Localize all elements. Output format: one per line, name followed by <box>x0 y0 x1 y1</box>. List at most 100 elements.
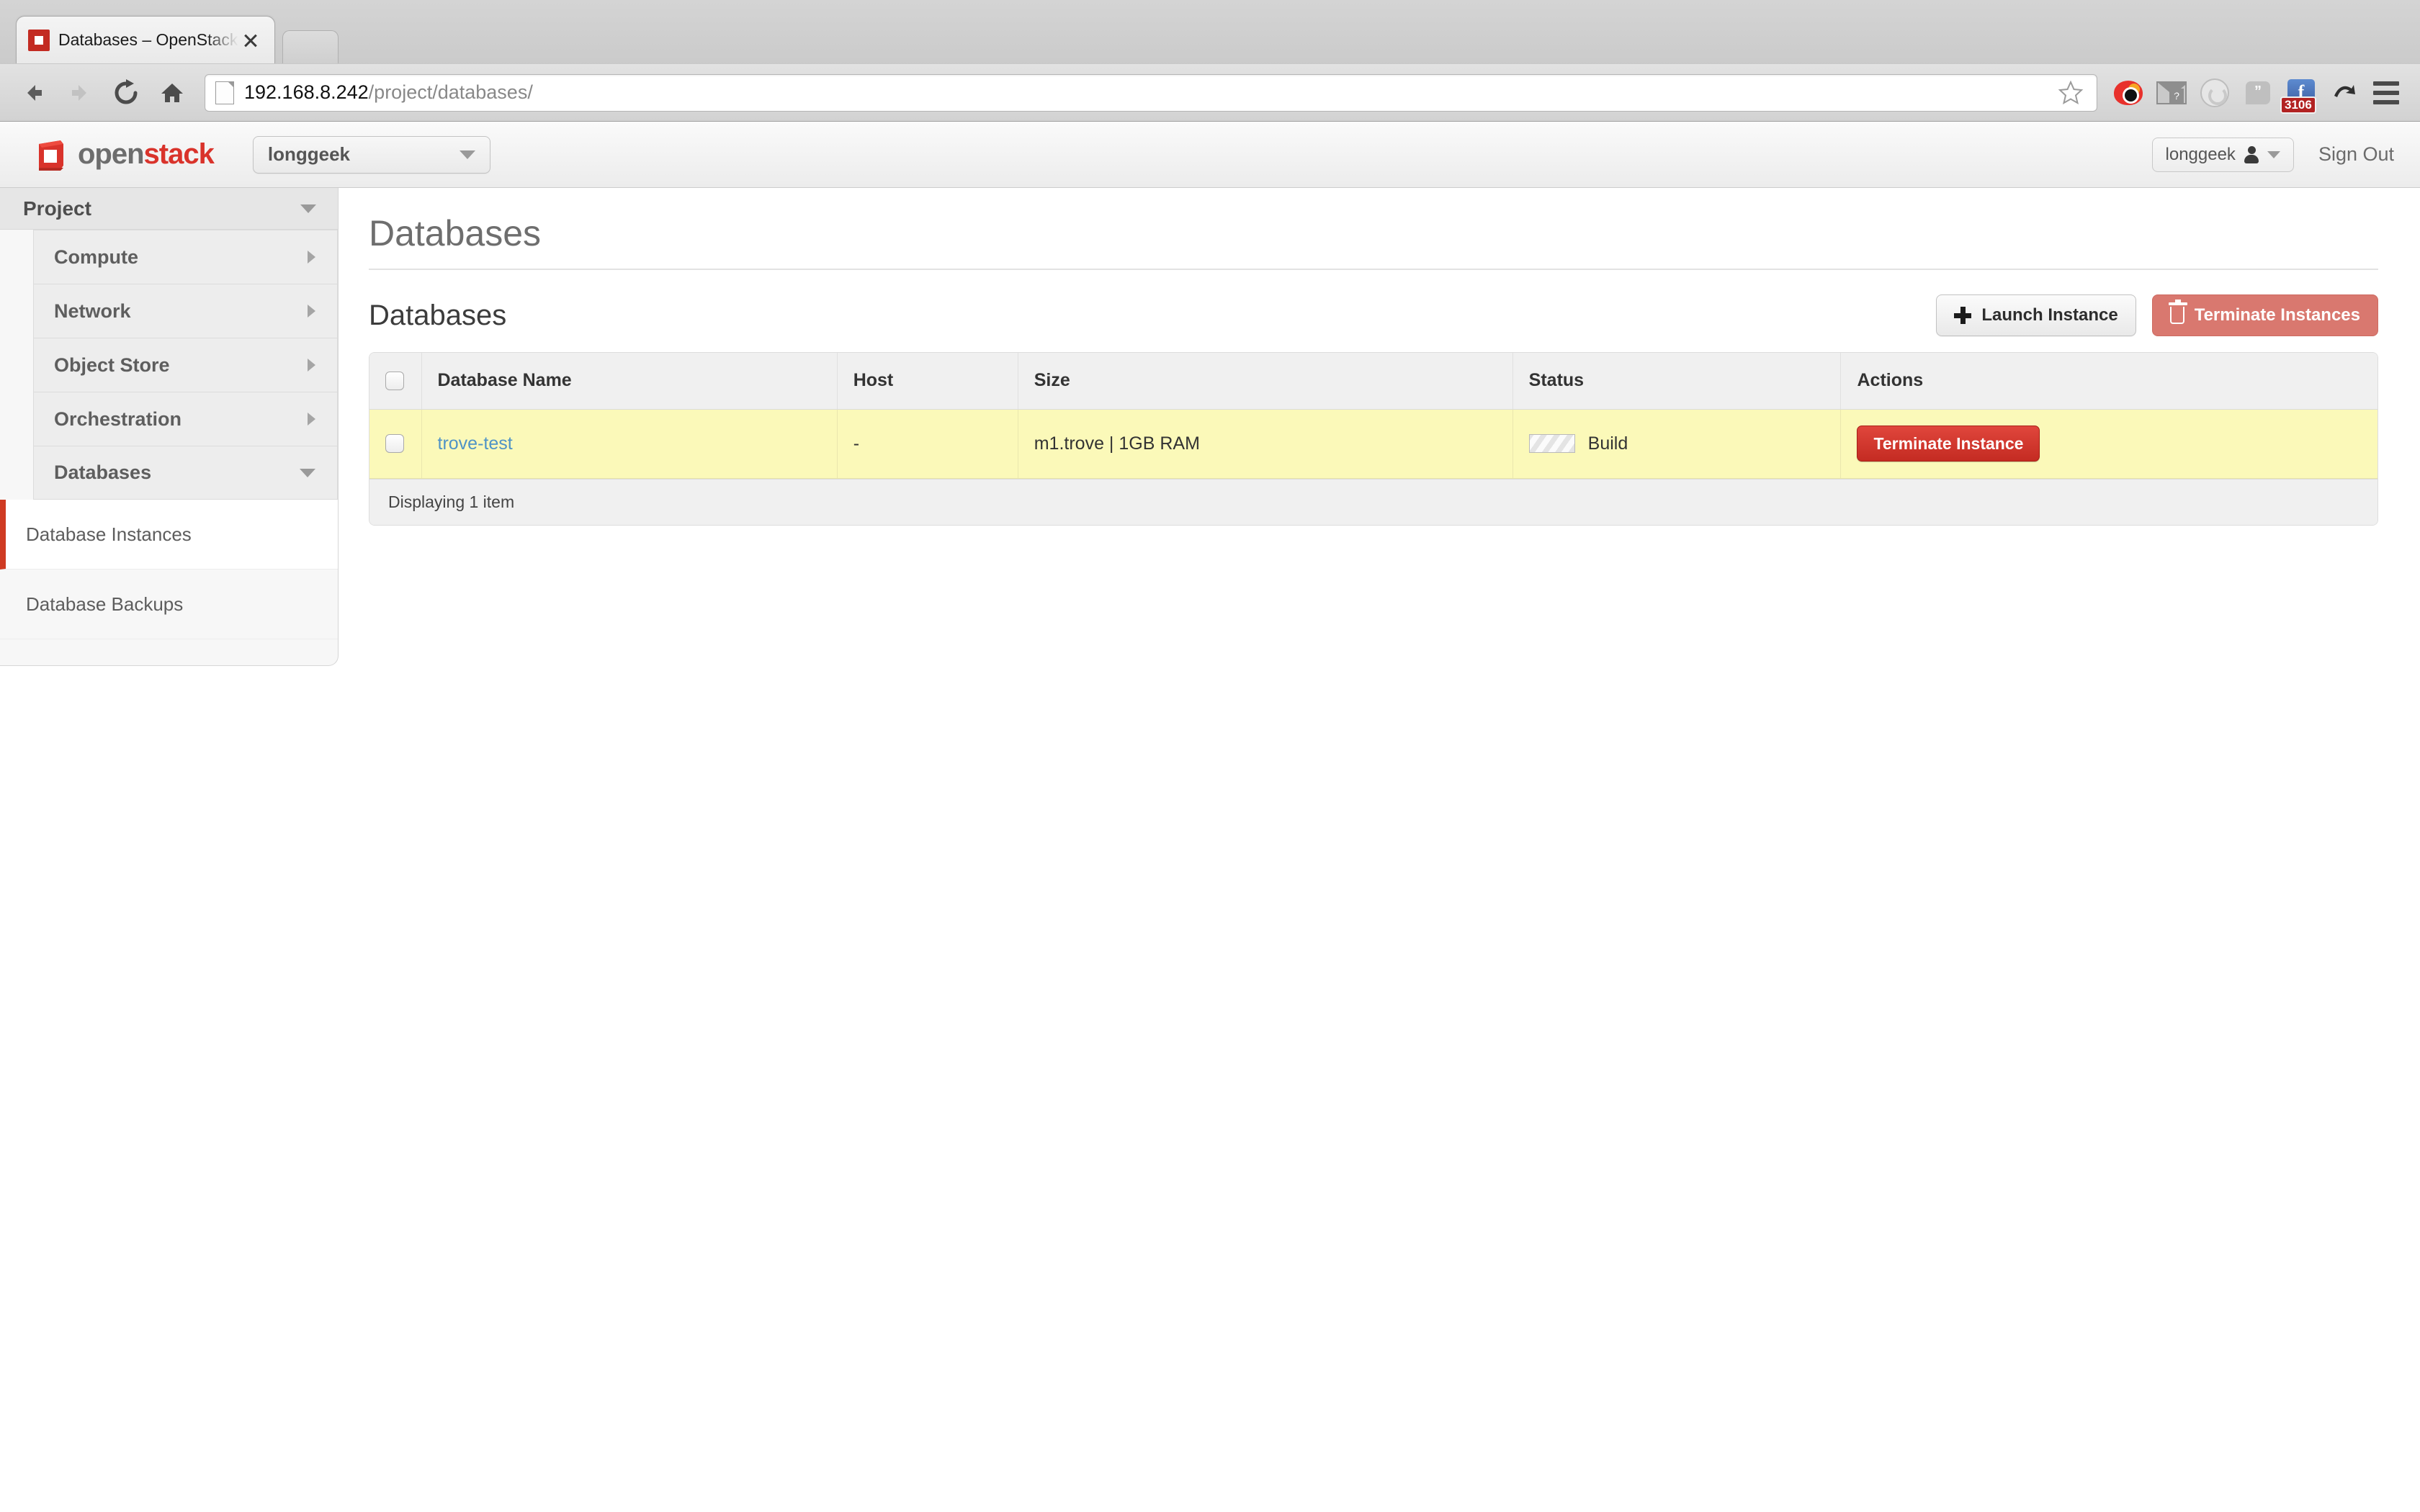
home-icon[interactable] <box>151 72 193 114</box>
gmail-badge: ? <box>2169 88 2184 103</box>
hangouts-glyph: ” <box>2246 81 2270 104</box>
facebook-extension-icon[interactable]: f 3106 <box>2280 72 2322 114</box>
column-header-host[interactable]: Host <box>837 353 1018 410</box>
project-selector[interactable]: longgeek <box>252 135 490 174</box>
column-header-size[interactable]: Size <box>1018 353 1513 410</box>
sidebar-item-database-backups[interactable]: Database Backups <box>0 570 338 639</box>
sign-out-link[interactable]: Sign Out <box>2318 143 2394 166</box>
column-header-actions: Actions <box>1840 353 2378 410</box>
databases-table: Database Name Host Size Status Actions t… <box>369 352 2378 526</box>
extension-icons: ? ” f 3106 <box>2107 72 2365 114</box>
gmail-extension-icon[interactable]: ? <box>2151 72 2192 114</box>
sync-extension-icon[interactable] <box>2194 72 2236 114</box>
sidebar-item-databases[interactable]: Databases <box>33 446 338 500</box>
browser-menu-icon[interactable] <box>2365 72 2407 114</box>
table-header: Database Name Host Size Status Actions <box>369 353 2378 410</box>
progress-bar-icon <box>1528 434 1575 453</box>
url-bar[interactable]: 192.168.8.242/project/databases/ <box>205 73 2097 112</box>
chevron-right-icon <box>308 359 315 372</box>
chevron-down-icon <box>2267 150 2280 158</box>
panel-header: Databases Launch Instance Terminate Inst… <box>369 294 2378 336</box>
table-header-row: Database Name Host Size Status Actions <box>369 353 2378 410</box>
person-icon <box>2244 145 2259 163</box>
weibo-extension-icon[interactable] <box>2107 72 2149 114</box>
status-badge: Build <box>1587 433 1628 454</box>
table-row: trove-test - m1.trove | 1GB RAM Build Te… <box>369 409 2378 479</box>
chevron-right-icon <box>308 305 315 318</box>
sidebar-subitem-label: Database Instances <box>26 523 192 545</box>
sidebar-item-label: Object Store <box>54 354 170 376</box>
select-all-checkbox[interactable] <box>385 371 404 390</box>
url-path: /project/databases/ <box>368 81 533 103</box>
close-icon[interactable] <box>238 28 263 53</box>
sidebar-item-orchestration[interactable]: Orchestration <box>33 392 338 446</box>
launch-instance-label: Launch Instance <box>1981 305 2118 325</box>
sidebar-item-label: Network <box>54 300 131 322</box>
sidebar-groups: Compute Network Object Store Orchestrati… <box>0 230 338 500</box>
chevron-down-icon <box>300 468 315 477</box>
browser-chrome: Databases – OpenStack Da 192.168.8.242/p… <box>0 0 2420 122</box>
chevron-down-icon <box>459 150 475 159</box>
databases-table-element: Database Name Host Size Status Actions t… <box>369 353 2378 479</box>
sidebar-subitem-label: Database Backups <box>26 593 184 615</box>
row-select-cell <box>369 409 422 479</box>
sidebar-panel-project[interactable]: Project <box>0 188 338 230</box>
sidebar-item-database-instances[interactable]: Database Instances <box>0 500 338 570</box>
trash-icon <box>2168 300 2187 324</box>
terminate-instance-button[interactable]: Terminate Instance <box>1857 426 2040 462</box>
cell-database-name: trove-test <box>421 409 838 479</box>
sidebar-item-label: Compute <box>54 246 138 268</box>
terminate-instances-button[interactable]: Terminate Instances <box>2151 294 2378 336</box>
openstack-logo: openstack <box>35 138 215 171</box>
cell-status: Build <box>1512 409 1842 479</box>
new-tab-button[interactable] <box>282 30 339 63</box>
openstack-cube-icon <box>35 138 66 171</box>
hangouts-extension-icon[interactable]: ” <box>2237 72 2279 114</box>
page-icon <box>215 81 234 104</box>
openstack-wordmark: openstack <box>78 138 215 171</box>
page-body: Project Compute Network Object Store Orc… <box>0 188 2420 666</box>
table-panel-title: Databases <box>369 299 507 331</box>
chevron-right-icon <box>308 413 315 426</box>
plus-icon <box>1954 307 1972 324</box>
sidebar-item-label: Orchestration <box>54 408 182 430</box>
launch-instance-button[interactable]: Launch Instance <box>1936 294 2136 336</box>
user-menu[interactable]: longgeek <box>2151 137 2294 172</box>
row-checkbox[interactable] <box>385 434 404 453</box>
logo-open: open <box>78 138 145 170</box>
database-name-link[interactable]: trove-test <box>438 433 513 454</box>
forward-icon <box>59 72 101 114</box>
star-icon[interactable] <box>2055 77 2087 109</box>
sidebar-item-compute[interactable]: Compute <box>33 230 338 284</box>
cell-host: - <box>837 409 1018 479</box>
tab-title: Databases – OpenStack Da <box>58 30 238 49</box>
reload-icon[interactable] <box>105 72 147 114</box>
column-header-status[interactable]: Status <box>1512 353 1842 410</box>
table-footer: Displaying 1 item <box>369 478 2378 525</box>
project-selector-value: longgeek <box>267 143 350 165</box>
browser-tab[interactable]: Databases – OpenStack Da <box>16 16 275 63</box>
select-all-header <box>369 353 422 410</box>
sidebar: Project Compute Network Object Store Orc… <box>0 188 339 666</box>
sidebar-item-label: Databases <box>54 462 152 483</box>
chevron-down-icon <box>300 204 316 213</box>
main-content: Databases Databases Launch Instance Term… <box>339 188 2420 526</box>
table-body: trove-test - m1.trove | 1GB RAM Build Te… <box>369 409 2378 479</box>
cell-size: m1.trove | 1GB RAM <box>1018 409 1513 479</box>
back-icon[interactable] <box>13 72 55 114</box>
logo-stack: stack <box>143 138 215 170</box>
sidebar-item-object-store[interactable]: Object Store <box>33 338 338 392</box>
chevron-right-icon <box>308 251 315 264</box>
browser-toolbar: 192.168.8.242/project/databases/ ? ” f 31… <box>0 63 2420 121</box>
header-right: longgeek Sign Out <box>2151 137 2394 172</box>
url-host: 192.168.8.242 <box>244 81 369 103</box>
page-title: Databases <box>369 212 2378 270</box>
sidebar-item-network[interactable]: Network <box>33 284 338 338</box>
url-text: 192.168.8.242/project/databases/ <box>244 81 533 104</box>
column-header-database-name[interactable]: Database Name <box>421 353 838 410</box>
arrow-extension-icon[interactable] <box>2323 72 2365 114</box>
facebook-badge-count: 3106 <box>2280 96 2316 114</box>
cell-actions: Terminate Instance <box>1840 409 2378 479</box>
terminate-instances-label: Terminate Instances <box>2194 305 2360 325</box>
tab-strip: Databases – OpenStack Da <box>0 0 2420 63</box>
